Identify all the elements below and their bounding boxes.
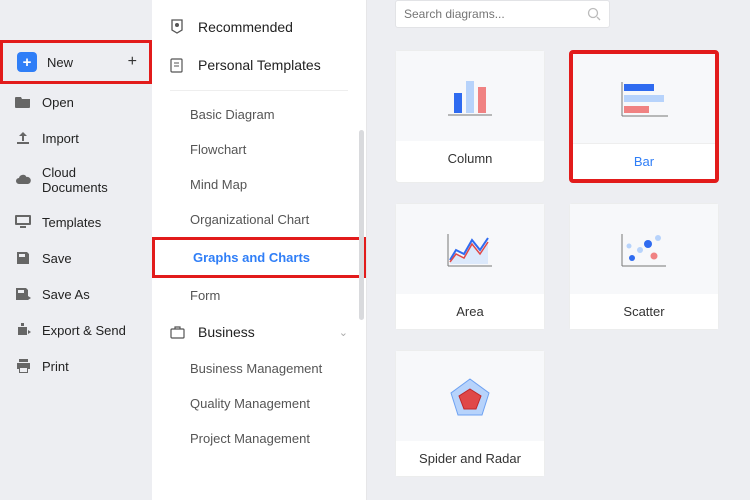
- templates-icon: [14, 213, 32, 231]
- panel-sub-flowchart[interactable]: Flowchart: [152, 132, 366, 167]
- search-input[interactable]: [404, 7, 587, 21]
- panel-label: Recommended: [198, 19, 293, 35]
- panel-label: Business: [198, 324, 255, 340]
- cloud-icon: [14, 171, 32, 189]
- document-icon: [170, 58, 188, 73]
- sidebar-item-label: Save As: [42, 287, 90, 302]
- sidebar-item-label: New: [47, 55, 73, 70]
- panel-sub-form[interactable]: Form: [152, 278, 366, 313]
- sidebar-item-label: Save: [42, 251, 72, 266]
- panel-recommended[interactable]: Recommended: [152, 8, 366, 46]
- sidebar: + New + Open Import Cloud Documents Temp…: [0, 0, 152, 500]
- card-scatter[interactable]: Scatter: [569, 203, 719, 330]
- sidebar-item-label: Open: [42, 95, 74, 110]
- card-spider[interactable]: Spider and Radar: [395, 350, 545, 477]
- panel-sub-project[interactable]: Project Management: [152, 421, 366, 456]
- save-icon: [14, 249, 32, 267]
- panel-business[interactable]: Business ⌄: [152, 313, 366, 351]
- panel-label: Personal Templates: [198, 57, 321, 73]
- sidebar-item-label: Templates: [42, 215, 101, 230]
- category-panel: Recommended Personal Templates Basic Dia…: [152, 0, 367, 500]
- card-label: Scatter: [570, 294, 718, 329]
- template-grid: Column Bar: [395, 50, 732, 477]
- area-chart-icon: [396, 204, 544, 294]
- briefcase-icon: [170, 326, 188, 339]
- sidebar-item-import[interactable]: Import: [0, 120, 152, 156]
- export-icon: [14, 321, 32, 339]
- radar-chart-icon: [396, 351, 544, 441]
- main-area: Column Bar: [367, 0, 750, 500]
- chevron-down-icon: ⌄: [339, 326, 348, 339]
- panel-sub-mindmap[interactable]: Mind Map: [152, 167, 366, 202]
- panel-sub-basic[interactable]: Basic Diagram: [152, 97, 366, 132]
- card-bar[interactable]: Bar: [569, 50, 719, 183]
- sidebar-item-templates[interactable]: Templates: [0, 204, 152, 240]
- divider: [170, 90, 348, 91]
- card-label: Spider and Radar: [396, 441, 544, 476]
- card-column[interactable]: Column: [395, 50, 545, 183]
- sidebar-item-label: Export & Send: [42, 323, 126, 338]
- panel-sub-bizmgmt[interactable]: Business Management: [152, 351, 366, 386]
- card-area[interactable]: Area: [395, 203, 545, 330]
- bar-chart-icon: [573, 54, 715, 144]
- sidebar-item-label: Import: [42, 131, 79, 146]
- panel-sub-quality[interactable]: Quality Management: [152, 386, 366, 421]
- panel-sub-graphs[interactable]: Graphs and Charts: [152, 237, 366, 278]
- print-icon: [14, 357, 32, 375]
- panel-sub-orgchart[interactable]: Organizational Chart: [152, 202, 366, 237]
- plus-icon: +: [17, 52, 37, 72]
- card-label: Column: [396, 141, 544, 176]
- import-icon: [14, 129, 32, 147]
- sidebar-item-label: Cloud Documents: [42, 165, 138, 195]
- sidebar-item-save[interactable]: Save: [0, 240, 152, 276]
- panel-personal[interactable]: Personal Templates: [152, 46, 366, 84]
- sidebar-item-new[interactable]: + New +: [0, 40, 152, 84]
- scrollbar[interactable]: [359, 130, 364, 320]
- card-label: Bar: [573, 144, 715, 179]
- sidebar-item-cloud[interactable]: Cloud Documents: [0, 156, 152, 204]
- badge-icon: [170, 19, 188, 35]
- sidebar-item-print[interactable]: Print: [0, 348, 152, 384]
- search-icon: [587, 7, 601, 21]
- folder-icon: [14, 93, 32, 111]
- add-icon: +: [128, 53, 137, 71]
- column-chart-icon: [396, 51, 544, 141]
- sidebar-item-open[interactable]: Open: [0, 84, 152, 120]
- sidebar-item-save-as[interactable]: Save As: [0, 276, 152, 312]
- search-bar[interactable]: [395, 0, 610, 28]
- save-as-icon: [14, 285, 32, 303]
- card-label: Area: [396, 294, 544, 329]
- sidebar-item-export[interactable]: Export & Send: [0, 312, 152, 348]
- sidebar-item-label: Print: [42, 359, 69, 374]
- scatter-chart-icon: [570, 204, 718, 294]
